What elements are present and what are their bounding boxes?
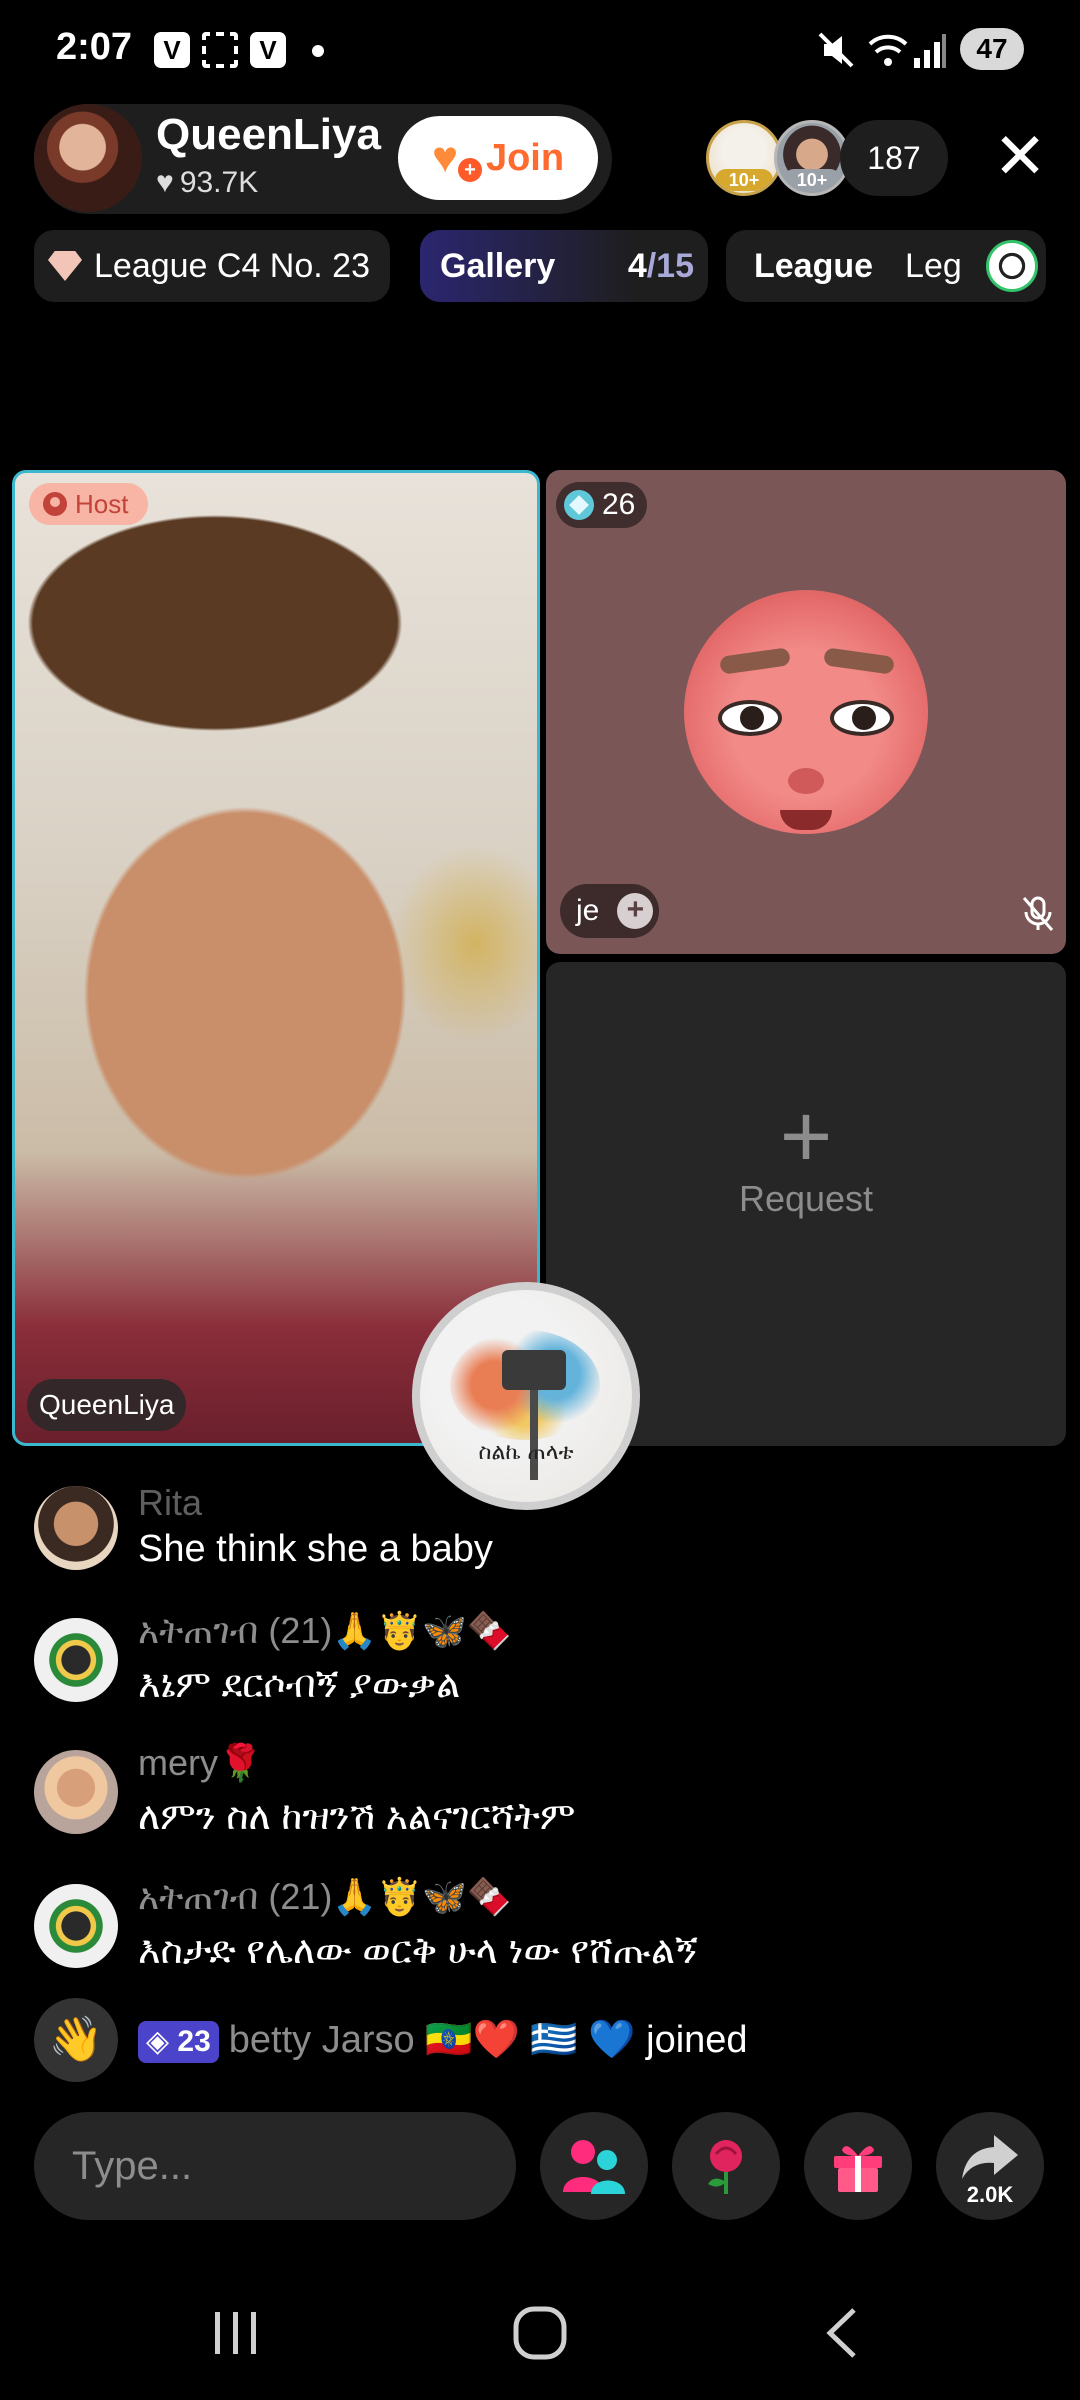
join-heart-icon: ♥ + [432, 136, 482, 182]
soccer-ball-icon [986, 240, 1038, 292]
chat-username: አትጠገብ (21)🙏🤴🦋🍫 [138, 1876, 512, 1917]
host-name: QueenLiya [156, 110, 381, 159]
diamond-level-icon [564, 490, 594, 520]
viewer-level-badge: 10+ [715, 169, 773, 191]
chat-username: mery🌹 [138, 1742, 263, 1783]
gallery-count: 4/15 [627, 246, 694, 285]
multi-guest-button[interactable] [540, 2112, 648, 2220]
v-app-icon: V [154, 32, 190, 68]
wave-hand-icon[interactable]: 👋 [34, 1998, 118, 2082]
viewer-level-badge: 10+ [783, 169, 841, 191]
close-icon[interactable]: ✕ [990, 124, 1050, 188]
chat-text: እኔም ደርሶብኝ ያውቃል [138, 1664, 461, 1706]
request-label: Request [738, 1178, 874, 1219]
share-button[interactable]: 2.0K [936, 2112, 1044, 2220]
level-badge: ◈ 23 [138, 2020, 219, 2063]
floating-camera-logo[interactable]: ስልኬ ጠላቴ [412, 1282, 640, 1510]
v-app-icon-2: V [250, 32, 286, 68]
host-avatar[interactable] [34, 104, 142, 212]
host-likes-count: 93.7K [179, 166, 259, 199]
league-rank-label: League C4 No. 23 [94, 246, 370, 285]
logo-text: ስልኬ ጠላቴ [478, 1440, 574, 1465]
top-viewer-avatar-2[interactable]: 10+ [774, 120, 850, 196]
league-rank-chip[interactable]: League C4 No. 23 [34, 230, 390, 302]
chat-username: Rita [138, 1482, 203, 1523]
mute-icon [818, 32, 854, 68]
notification-dot-icon [312, 45, 324, 57]
recents-icon [215, 2312, 256, 2354]
guest-level-badge: 26 [556, 482, 648, 528]
share-arrow-icon [962, 2135, 1018, 2179]
status-bar: 2:07 V V 47 [0, 0, 1080, 100]
home-icon [513, 2306, 567, 2360]
joined-label: joined [646, 2019, 748, 2061]
chat-username: አትጠገብ (21)🙏🤴🦋🍫 [138, 1610, 512, 1651]
wifi-icon [868, 34, 908, 66]
rose-gift-button[interactable] [672, 2112, 780, 2220]
chat-input[interactable] [34, 2112, 516, 2220]
gallery-label: Gallery [440, 246, 556, 285]
viewer-count[interactable]: 187 [840, 120, 948, 196]
league-tab-label: League [754, 246, 874, 285]
league-tab-clipped: Leg [905, 246, 962, 285]
guest-video-tile[interactable]: 26 je + [546, 470, 1066, 954]
gift-icon [834, 2146, 882, 2192]
host-name-tag: QueenLiya [27, 1379, 187, 1431]
host-badge: Host [29, 483, 149, 525]
guest-3d-avatar [684, 590, 928, 834]
heart-icon: ♥ [156, 166, 174, 199]
chat-avatar[interactable] [34, 1884, 118, 1968]
gift-button[interactable] [804, 2112, 912, 2220]
back-chevron-icon [826, 2308, 856, 2358]
join-button[interactable]: ♥ + Join [398, 116, 598, 200]
join-username: betty Jarso 🇪🇹❤️ 🇬🇷 💙 [228, 2019, 636, 2061]
follow-plus-icon[interactable]: + [617, 893, 654, 929]
home-button[interactable] [480, 2298, 600, 2368]
diamond-icon [48, 251, 82, 281]
clock: 2:07 [56, 26, 133, 68]
join-label: Join [485, 136, 565, 179]
screenshot-frame-icon [202, 32, 238, 68]
chat-avatar[interactable] [34, 1486, 118, 1570]
chat-text: She think she a baby [138, 1528, 493, 1570]
plus-icon: + [779, 1087, 833, 1187]
chat-text: ለምን ስለ ከዝንሽ አልናገርሻትም [138, 1796, 576, 1838]
camera-icon [502, 1350, 566, 1390]
chat-text: እስታድ የሌለው ወርቅ ሁላ ነው የሸጡልኝ [138, 1930, 698, 1972]
top-viewer-avatar-1[interactable]: 10+ [706, 120, 782, 196]
system-nav-bar [0, 2270, 1080, 2400]
host-person-icon [43, 492, 67, 516]
rose-icon [708, 2140, 742, 2194]
people-icon [563, 2140, 625, 2194]
signal-icon [914, 34, 946, 68]
chat-avatar[interactable] [34, 1750, 118, 1834]
share-count: 2.0K [966, 2182, 1014, 2207]
recent-apps-button[interactable] [176, 2298, 296, 2368]
host-likes: ♥ 93.7K [156, 166, 258, 200]
guest-name-tag[interactable]: je + [560, 884, 660, 938]
host-video-tile[interactable]: Host QueenLiya [12, 470, 540, 1446]
chat-avatar[interactable] [34, 1618, 118, 1702]
league-tab-chip[interactable]: League Leg [726, 230, 1046, 302]
mic-muted-icon [1022, 896, 1054, 931]
battery-indicator: 47 [960, 28, 1024, 70]
back-button[interactable] [782, 2298, 902, 2368]
gallery-chip[interactable]: Gallery 4/15 [420, 230, 708, 302]
